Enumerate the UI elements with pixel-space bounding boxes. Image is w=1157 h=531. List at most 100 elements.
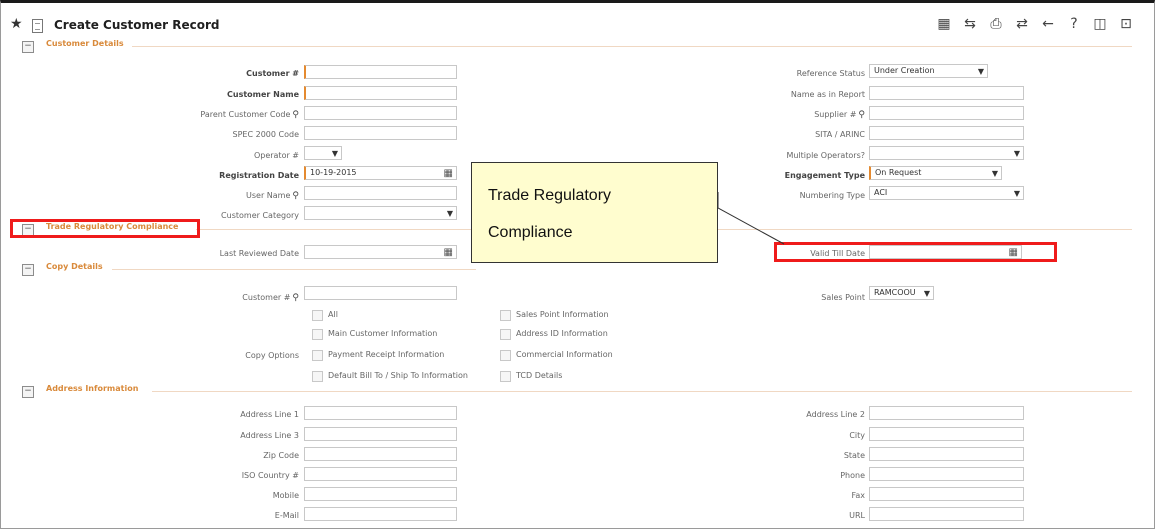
section-title: Copy Details <box>46 262 103 271</box>
zip-code-input[interactable] <box>304 447 457 461</box>
window-icon[interactable]: ◫ <box>1092 16 1108 32</box>
numbering-type-select[interactable]: ACI ▼ <box>869 186 1024 200</box>
calculator-icon[interactable]: ▦ <box>936 16 952 32</box>
address-line-1-label: Address Line 1 <box>240 410 299 419</box>
chevron-down-icon: ▼ <box>1013 189 1020 198</box>
address-line-3-input[interactable] <box>304 427 457 441</box>
state-input[interactable] <box>869 447 1024 461</box>
help-icon[interactable]: ? <box>1066 16 1082 32</box>
phone-label: Phone <box>840 471 865 480</box>
collapse-icon[interactable]: − <box>22 264 34 276</box>
multiple-operators-label: Multiple Operators? <box>786 151 865 160</box>
calendar-icon[interactable]: ▦ <box>444 247 453 258</box>
customer-category-select[interactable]: ▼ <box>304 206 457 220</box>
callout-box: Trade Regulatory Compliance <box>471 162 718 263</box>
calendar-icon[interactable]: ▦ <box>444 168 453 179</box>
checkbox-tcd-details[interactable] <box>500 371 511 382</box>
iso-country-label: ISO Country # <box>241 471 299 480</box>
checkbox-label: TCD Details <box>516 371 563 380</box>
registration-date-label: Registration Date <box>219 171 299 180</box>
chevron-down-icon: ▼ <box>991 169 998 178</box>
collapse-icon[interactable]: − <box>22 41 34 53</box>
multiple-operators-select[interactable]: ▼ <box>869 146 1024 160</box>
customer-no-input[interactable] <box>304 65 457 79</box>
sales-point-label: Sales Point <box>821 293 865 302</box>
reference-status-select[interactable]: Under Creation ▼ <box>869 64 988 78</box>
checkbox-sales-point-information[interactable] <box>500 310 511 321</box>
print-icon[interactable]: ⎙ <box>988 16 1004 32</box>
address-line-2-input[interactable] <box>869 406 1024 420</box>
customer-name-label: Customer Name <box>227 90 299 99</box>
checkbox-address-id-information[interactable] <box>500 329 511 340</box>
section-title: Address Information <box>46 384 139 393</box>
search-icon[interactable]: ⚲ <box>292 191 299 201</box>
mobile-input[interactable] <box>304 487 457 501</box>
repeat-icon[interactable]: ⇄ <box>1014 16 1030 32</box>
search-icon[interactable]: ⚲ <box>858 110 865 120</box>
section-copy-details: − Copy Details <box>16 262 1146 276</box>
section-address-information: − Address Information <box>16 384 1146 398</box>
callout-line-2: Compliance <box>488 224 573 241</box>
customer-no-label: Customer # <box>246 69 299 78</box>
back-arrow-icon[interactable]: ← <box>1040 16 1056 32</box>
checkbox-label: Commercial Information <box>516 350 613 359</box>
engagement-type-select[interactable]: On Request ▼ <box>869 166 1002 180</box>
checkbox-all[interactable] <box>312 310 323 321</box>
engagement-type-label: Engagement Type <box>784 171 865 180</box>
supplier-no-label: Supplier # ⚲ <box>814 110 865 120</box>
sales-point-select[interactable]: RAMCOOU ▼ <box>869 286 934 300</box>
last-reviewed-date-input[interactable]: ▦ <box>304 245 457 259</box>
favorite-star-icon[interactable]: ★ <box>10 16 23 32</box>
checkbox-commercial-information[interactable] <box>500 350 511 361</box>
chevron-down-icon: ▼ <box>977 67 984 76</box>
sita-arinc-input[interactable] <box>869 126 1024 140</box>
zip-code-label: Zip Code <box>263 451 299 460</box>
user-name-input[interactable] <box>304 186 457 200</box>
section-title: Customer Details <box>46 39 124 48</box>
fax-label: Fax <box>851 491 865 500</box>
search-icon[interactable]: ⚲ <box>292 110 299 120</box>
chevron-down-icon: ▼ <box>331 149 338 158</box>
copy-customer-no-input[interactable] <box>304 286 457 300</box>
search-icon[interactable]: ⚲ <box>292 293 299 303</box>
checkbox-label: Sales Point Information <box>516 310 609 319</box>
address-line-2-label: Address Line 2 <box>806 410 865 419</box>
customer-category-label: Customer Category <box>221 211 299 220</box>
fax-input[interactable] <box>869 487 1024 501</box>
checkbox-default-bill-to-ship-to[interactable] <box>312 371 323 382</box>
document-icon <box>32 19 43 33</box>
sita-arinc-label: SITA / ARINC <box>815 130 865 139</box>
chevron-down-icon: ▼ <box>923 289 930 298</box>
operator-no-select[interactable]: ▼ <box>304 146 342 160</box>
shuffle-icon[interactable]: ⇆ <box>962 16 978 32</box>
name-as-in-report-label: Name as in Report <box>790 90 865 99</box>
customer-name-input[interactable] <box>304 86 457 100</box>
parent-customer-code-input[interactable] <box>304 106 457 120</box>
checkbox-main-customer-information[interactable] <box>312 329 323 340</box>
address-line-1-input[interactable] <box>304 406 457 420</box>
email-input[interactable] <box>304 507 457 521</box>
spec2000-input[interactable] <box>304 126 457 140</box>
registration-date-input[interactable]: 10-19-2015 ▦ <box>304 166 457 180</box>
iso-country-input[interactable] <box>304 467 457 481</box>
state-label: State <box>843 451 865 460</box>
title-bar: ★ Create Customer Record ▦ ⇆ ⎙ ⇄ ← ? ◫ ⊡ <box>4 14 1154 38</box>
city-input[interactable] <box>869 427 1024 441</box>
checkbox-label: Address ID Information <box>516 329 608 338</box>
copy-customer-no-label: Customer # ⚲ <box>242 293 299 303</box>
checkbox-label: Payment Receipt Information <box>328 350 445 359</box>
supplier-no-input[interactable] <box>869 106 1024 120</box>
chevron-down-icon: ▼ <box>446 209 453 218</box>
checkbox-label: All <box>328 310 338 319</box>
url-input[interactable] <box>869 507 1024 521</box>
export-icon[interactable]: ⊡ <box>1118 16 1134 32</box>
collapse-icon[interactable]: − <box>22 386 34 398</box>
parent-customer-code-label: Parent Customer Code ⚲ <box>200 110 299 120</box>
spec2000-label: SPEC 2000 Code <box>232 130 299 139</box>
reference-status-label: Reference Status <box>796 69 865 78</box>
page-title: Create Customer Record <box>54 18 220 32</box>
checkbox-payment-receipt-information[interactable] <box>312 350 323 361</box>
section-divider <box>132 46 1132 47</box>
name-as-in-report-input[interactable] <box>869 86 1024 100</box>
phone-input[interactable] <box>869 467 1024 481</box>
